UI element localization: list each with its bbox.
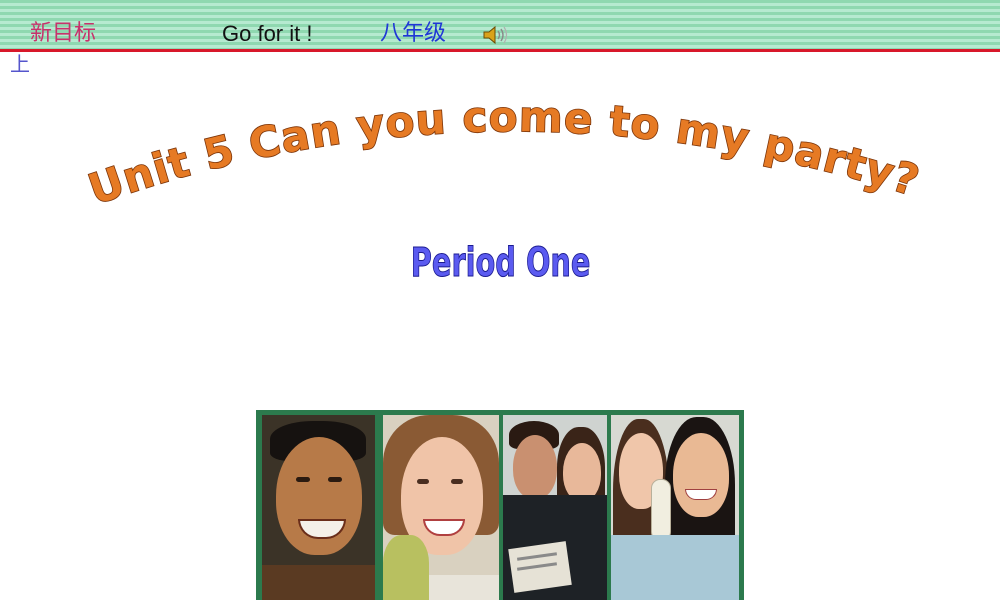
- photo-smiling-girl: [383, 415, 499, 600]
- volume-label: 上: [10, 52, 30, 76]
- unit-title-art: Unit 5 Can you come to my party?: [82, 100, 926, 215]
- brand-label: Go for it !: [222, 21, 313, 46]
- header-divider: [0, 49, 1000, 52]
- grade-label: 八年级: [380, 21, 447, 46]
- photo-girls-telephone: [611, 415, 739, 600]
- period-subtitle: Period One: [410, 240, 591, 287]
- speaker-icon[interactable]: [482, 24, 508, 46]
- series-label: 新目标: [30, 21, 97, 46]
- unit-title: Unit 5 Can you come to my party?: [82, 100, 925, 214]
- photo-young-man: [262, 415, 375, 600]
- photo-collage: [256, 410, 744, 600]
- photo-couple-newspaper: [503, 415, 607, 600]
